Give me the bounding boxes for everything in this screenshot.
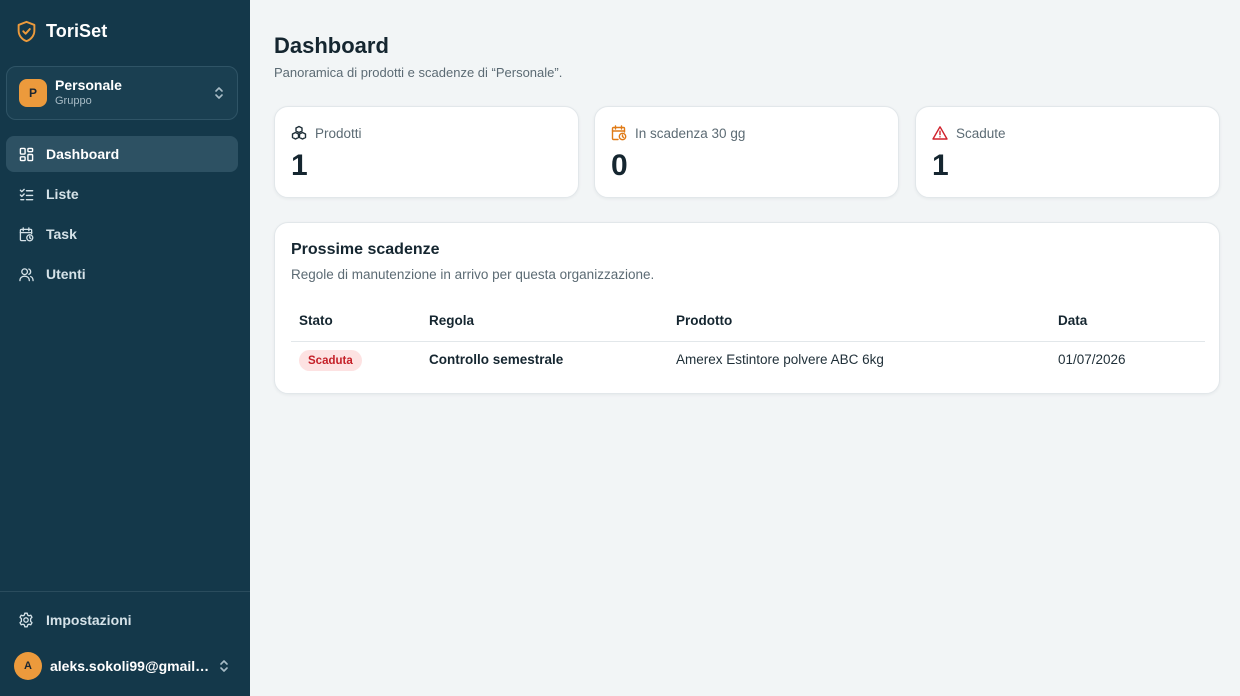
app-name: ToriSet	[46, 21, 108, 41]
sidebar-item-label: Utenti	[46, 266, 86, 282]
page-title: Dashboard	[274, 33, 389, 58]
alert-triangle-icon	[932, 125, 948, 141]
calendar-clock-icon	[18, 226, 34, 242]
page-subtitle: Panoramica di prodotti e scadenze di “Pe…	[274, 65, 563, 80]
rule-cell: Controllo semestrale	[429, 352, 564, 367]
upcoming-deadlines-card: Prossime scadenze Regole di manutenzione…	[274, 222, 1220, 394]
stat-header: Scadute	[932, 125, 1006, 141]
product-cell: Amerex Estintore polvere ABC 6kg	[676, 352, 884, 367]
checklist-icon	[18, 186, 34, 202]
chevrons-up-down-icon	[213, 85, 225, 101]
organization-type: Gruppo	[55, 95, 92, 107]
stat-label: Prodotti	[315, 125, 362, 141]
stat-header: In scadenza 30 gg	[611, 125, 745, 141]
main-content: Dashboard Panoramica di prodotti e scade…	[250, 0, 1240, 696]
stat-label: In scadenza 30 gg	[635, 125, 746, 141]
sidebar: ToriSet P Personale Gruppo Dashboard Lis…	[0, 0, 250, 696]
shield-check-logo-icon	[16, 20, 37, 43]
organization-name: Personale	[55, 77, 122, 93]
organization-switcher[interactable]: P Personale Gruppo	[6, 66, 238, 120]
card-title: Prossime scadenze	[291, 241, 440, 258]
sidebar-item-task[interactable]: Task	[6, 216, 238, 252]
stat-label: Scadute	[956, 125, 1006, 141]
sidebar-item-utenti[interactable]: Utenti	[6, 256, 238, 292]
sidebar-nav: Dashboard Liste Task Utenti	[6, 136, 238, 296]
organization-avatar: P	[19, 79, 47, 107]
calendar-clock-icon	[611, 125, 627, 141]
stat-card-in-scadenza: In scadenza 30 gg 0	[594, 106, 899, 198]
sidebar-item-dashboard[interactable]: Dashboard	[6, 136, 238, 172]
sidebar-item-label: Liste	[46, 186, 79, 202]
user-email: aleks.sokoli99@gmail.com	[50, 658, 212, 674]
stat-card-scadute: Scadute 1	[915, 106, 1220, 198]
chevrons-up-down-icon	[218, 658, 230, 674]
users-icon	[18, 266, 34, 282]
column-header-data[interactable]: Data	[1058, 313, 1087, 328]
column-header-regola[interactable]: Regola	[429, 313, 474, 328]
sidebar-item-label: Dashboard	[46, 146, 120, 162]
stat-header: Prodotti	[291, 125, 362, 141]
boxes-icon	[291, 125, 307, 141]
brand[interactable]: ToriSet	[16, 20, 107, 43]
user-menu[interactable]: A aleks.sokoli99@gmail.com	[14, 652, 230, 680]
sidebar-divider	[0, 591, 250, 592]
sidebar-item-impostazioni[interactable]: Impostazioni	[18, 612, 132, 628]
dashboard-grid-icon	[18, 146, 34, 162]
stat-value: 0	[611, 149, 628, 182]
organization-info: Personale Gruppo	[55, 77, 213, 109]
table-divider	[291, 341, 1205, 342]
sidebar-item-liste[interactable]: Liste	[6, 176, 238, 212]
stat-card-prodotti: Prodotti 1	[274, 106, 579, 198]
sidebar-item-label: Task	[46, 226, 77, 242]
column-header-stato[interactable]: Stato	[299, 313, 333, 328]
stat-value: 1	[291, 149, 308, 182]
settings-label: Impostazioni	[46, 612, 132, 628]
card-subtitle: Regole di manutenzione in arrivo per que…	[291, 267, 655, 282]
date-cell: 01/07/2026	[1058, 352, 1126, 367]
column-header-prodotto[interactable]: Prodotto	[676, 313, 732, 328]
user-avatar: A	[14, 652, 42, 680]
stat-value: 1	[932, 149, 949, 182]
status-badge: Scaduta	[299, 350, 362, 371]
gear-icon	[18, 612, 34, 628]
